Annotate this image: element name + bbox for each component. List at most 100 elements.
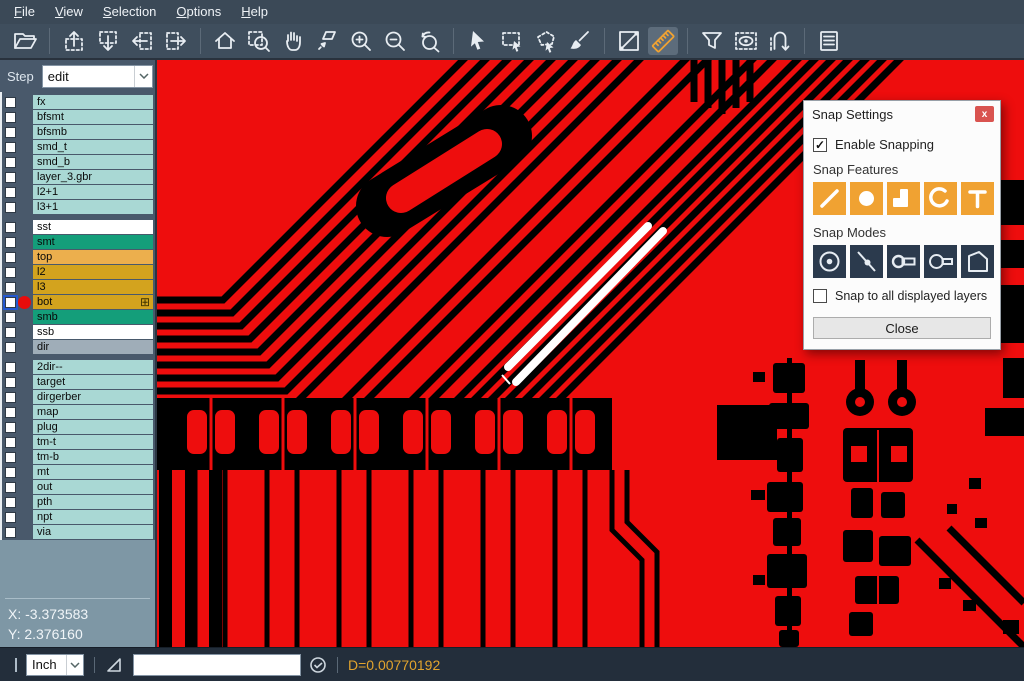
pan-icon[interactable] <box>278 27 308 55</box>
layer-row-smd_b[interactable]: smd_b <box>2 155 155 169</box>
mode-outline-icon[interactable] <box>961 245 994 278</box>
layer-checkbox[interactable] <box>5 342 16 353</box>
enable-snapping-checkbox[interactable]: ✓ <box>813 138 827 152</box>
layer-name[interactable]: fx <box>33 95 153 109</box>
layer-checkbox[interactable] <box>5 187 16 198</box>
layer-row-bfsmb[interactable]: bfsmb <box>2 125 155 139</box>
layer-checkbox[interactable] <box>5 377 16 388</box>
layer-checkbox[interactable] <box>5 362 16 373</box>
layer-name[interactable]: pth <box>33 495 153 509</box>
zoom-in-icon[interactable] <box>346 27 376 55</box>
layer-name[interactable]: bfsmt <box>33 110 153 124</box>
layer-checkbox[interactable] <box>5 422 16 433</box>
layer-checkbox[interactable] <box>5 312 16 323</box>
snap-line-icon[interactable] <box>813 182 846 215</box>
layer-checkbox[interactable] <box>5 297 16 308</box>
layer-name[interactable]: smt <box>33 235 153 249</box>
layer-row-map[interactable]: map <box>2 405 155 419</box>
angle-icon[interactable] <box>105 656 123 674</box>
menu-help[interactable]: Help <box>231 0 278 24</box>
layer-name[interactable]: smd_t <box>33 140 153 154</box>
layer-checkbox[interactable] <box>5 392 16 403</box>
layer-row-top[interactable]: top <box>2 250 155 264</box>
unit-select[interactable]: Inch <box>26 654 84 676</box>
layer-checkbox[interactable] <box>5 172 16 183</box>
layer-row-bot[interactable]: bot⊞ <box>2 295 155 309</box>
layer-name[interactable]: l2 <box>33 265 153 279</box>
filter-icon[interactable] <box>697 27 727 55</box>
layer-checkbox[interactable] <box>5 157 16 168</box>
layer-name[interactable]: smb <box>33 310 153 324</box>
layer-checkbox[interactable] <box>5 497 16 508</box>
layer-checkbox[interactable] <box>5 237 16 248</box>
layer-row-mt[interactable]: mt <box>2 465 155 479</box>
measure-line-icon[interactable] <box>614 27 644 55</box>
grid-icon[interactable]: ⊞ <box>140 296 150 308</box>
layer-name[interactable]: bfsmb <box>33 125 153 139</box>
layer-row-target[interactable]: target <box>2 375 155 389</box>
move-shape-icon[interactable] <box>312 27 342 55</box>
ruler-icon[interactable] <box>648 27 678 55</box>
move-up-icon[interactable] <box>59 27 89 55</box>
dialog-close-icon[interactable]: x <box>975 106 994 122</box>
layer-row-l3+1[interactable]: l3+1 <box>2 200 155 214</box>
layer-checkbox[interactable] <box>5 282 16 293</box>
zoom-previous-icon[interactable] <box>414 27 444 55</box>
layer-name[interactable]: tm-b <box>33 450 153 464</box>
layer-checkbox[interactable] <box>5 202 16 213</box>
layer-name[interactable]: tm-t <box>33 435 153 449</box>
layer-row-layer_3.gbr[interactable]: layer_3.gbr <box>2 170 155 184</box>
poly-select-icon[interactable] <box>531 27 561 55</box>
layer-checkbox[interactable] <box>5 437 16 448</box>
layer-name[interactable]: bot⊞ <box>33 295 153 309</box>
layer-row-via[interactable]: via <box>2 525 155 539</box>
layer-name[interactable]: dirgerber <box>33 390 153 404</box>
menu-file[interactable]: File <box>4 0 45 24</box>
snap-text-icon[interactable] <box>961 182 994 215</box>
layer-row-fx[interactable]: fx <box>2 95 155 109</box>
layer-name[interactable]: dir <box>33 340 153 354</box>
layer-row-npt[interactable]: npt <box>2 510 155 524</box>
layer-name[interactable]: l2+1 <box>33 185 153 199</box>
layer-name[interactable]: 2dir-- <box>33 360 153 374</box>
layer-name[interactable]: l3+1 <box>33 200 153 214</box>
zoom-area-icon[interactable] <box>244 27 274 55</box>
layer-checkbox[interactable] <box>5 222 16 233</box>
mode-slot-right-icon[interactable] <box>924 245 957 278</box>
layer-checkbox[interactable] <box>5 407 16 418</box>
layer-name[interactable]: l3 <box>33 280 153 294</box>
step-select[interactable]: edit <box>42 65 153 88</box>
layer-row-smd_t[interactable]: smd_t <box>2 140 155 154</box>
layer-checkbox[interactable] <box>5 267 16 278</box>
layer-checkbox[interactable] <box>5 452 16 463</box>
layer-row-bfsmt[interactable]: bfsmt <box>2 110 155 124</box>
snap-arc-icon[interactable] <box>924 182 957 215</box>
snap-pad-icon[interactable] <box>887 182 920 215</box>
layer-name[interactable]: layer_3.gbr <box>33 170 153 184</box>
mode-slot-left-icon[interactable] <box>887 245 920 278</box>
layer-name[interactable]: mt <box>33 465 153 479</box>
layer-checkbox[interactable] <box>5 467 16 478</box>
layer-row-smb[interactable]: smb <box>2 310 155 324</box>
command-input[interactable] <box>133 654 301 676</box>
report-icon[interactable] <box>814 27 844 55</box>
move-left-icon[interactable] <box>127 27 157 55</box>
layer-row-plug[interactable]: plug <box>2 420 155 434</box>
layer-checkbox[interactable] <box>5 482 16 493</box>
view-options-icon[interactable] <box>731 27 761 55</box>
layer-row-dir[interactable]: dir <box>2 340 155 354</box>
layer-name[interactable]: out <box>33 480 153 494</box>
layer-name[interactable]: smd_b <box>33 155 153 169</box>
layer-checkbox[interactable] <box>5 97 16 108</box>
dialog-titlebar[interactable]: Snap Settings x <box>804 101 1000 127</box>
layer-checkbox[interactable] <box>5 327 16 338</box>
zoom-out-icon[interactable] <box>380 27 410 55</box>
layer-name[interactable]: via <box>33 525 153 539</box>
menu-selection[interactable]: Selection <box>93 0 166 24</box>
apply-check-icon[interactable] <box>309 656 327 674</box>
brush-icon[interactable] <box>565 27 595 55</box>
pcb-canvas[interactable]: Snap Settings x ✓ Enable Snapping Snap F… <box>157 60 1024 647</box>
layer-row-sst[interactable]: sst <box>2 220 155 234</box>
layer-name[interactable]: npt <box>33 510 153 524</box>
layer-name[interactable]: plug <box>33 420 153 434</box>
